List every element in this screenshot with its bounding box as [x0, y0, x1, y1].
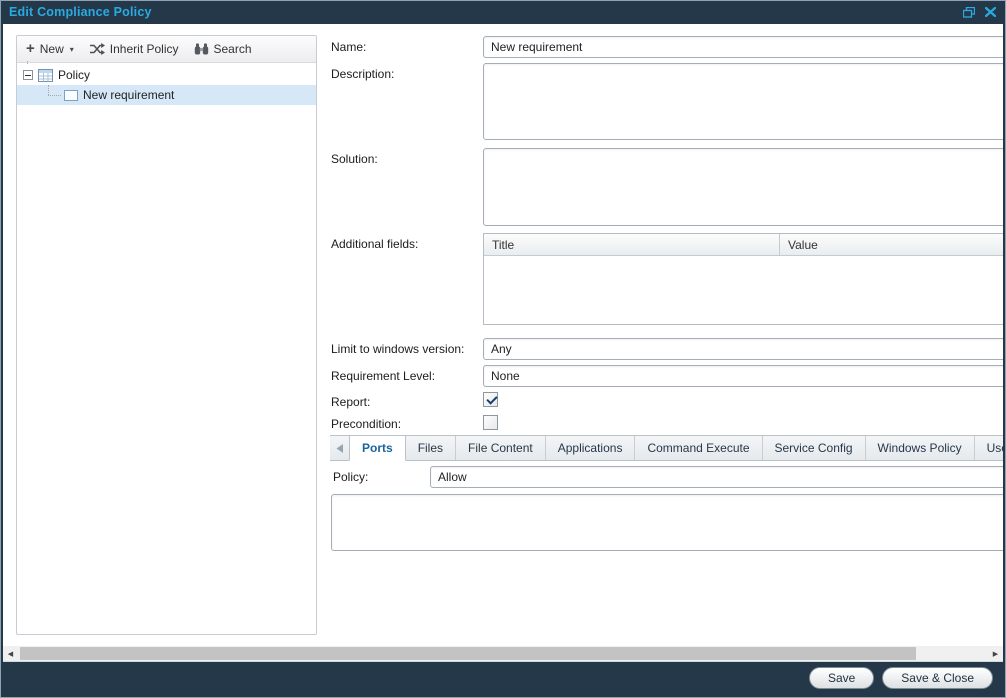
footer-bar: Save Save & Close — [3, 661, 1003, 694]
windows-version-label: Limit to windows version: — [331, 342, 464, 356]
window-title: Edit Compliance Policy — [9, 5, 152, 19]
tree-item-new-requirement[interactable]: New requirement — [17, 85, 316, 105]
search-button[interactable]: Search — [194, 42, 252, 56]
solution-textarea[interactable] — [483, 148, 1003, 226]
edit-compliance-policy-dialog: Edit Compliance Policy + New — [0, 0, 1006, 698]
tab-scroll-left-button[interactable] — [330, 436, 349, 461]
tab-service-config[interactable]: Service Config — [763, 436, 866, 461]
tab-command-execute[interactable]: Command Execute — [635, 436, 762, 461]
additional-fields-body[interactable] — [484, 256, 1003, 324]
tab-applications[interactable]: Applications — [546, 436, 636, 461]
restore-button[interactable] — [962, 6, 975, 18]
chevron-left-icon — [336, 444, 344, 453]
requirements-panel: + New ▾ Inherit Policy — [16, 35, 317, 635]
policy-label: Policy: — [333, 470, 368, 484]
titlebar: Edit Compliance Policy — [1, 1, 1005, 24]
dialog-body: + New ▾ Inherit Policy — [3, 24, 1003, 646]
tree-connector — [48, 95, 61, 96]
description-textarea[interactable] — [483, 63, 1003, 140]
additional-fields-table: Title Value — [483, 233, 1003, 325]
tab-strip: Ports Files File Content Applications Co… — [330, 435, 1003, 461]
policy-select[interactable] — [430, 466, 1003, 488]
close-button[interactable] — [984, 6, 997, 18]
requirement-level-label: Requirement Level: — [331, 369, 435, 383]
binoculars-icon — [194, 43, 209, 55]
search-button-label: Search — [214, 42, 252, 56]
save-button[interactable]: Save — [809, 667, 874, 689]
restore-icon — [963, 7, 975, 18]
value-column-header[interactable]: Value — [780, 234, 1003, 255]
close-icon — [985, 7, 996, 17]
save-and-close-button[interactable]: Save & Close — [882, 667, 993, 689]
tree-item-policy-label: Policy — [58, 68, 90, 82]
tab-user-right-constraint[interactable]: User Right Constraint — [975, 436, 1003, 461]
requirement-icon — [64, 90, 78, 101]
requirement-level-select[interactable] — [483, 365, 1003, 387]
solution-label: Solution: — [331, 152, 378, 166]
additional-fields-label: Additional fields: — [331, 237, 418, 251]
title-column-header[interactable]: Title — [484, 234, 780, 255]
policy-table-icon — [38, 69, 53, 82]
description-label: Description: — [331, 67, 394, 81]
shuffle-icon — [89, 43, 105, 55]
tree-connector — [27, 61, 28, 64]
name-input[interactable] — [483, 36, 1003, 58]
additional-fields-header: Title Value — [484, 234, 1003, 256]
name-label: Name: — [331, 40, 366, 54]
tree-item-policy[interactable]: Policy — [17, 65, 316, 85]
scroll-left-button[interactable]: ◀ — [3, 646, 18, 661]
inherit-policy-label: Inherit Policy — [110, 42, 179, 56]
inherit-policy-button[interactable]: Inherit Policy — [89, 42, 179, 56]
collapse-toggle-icon[interactable] — [23, 70, 33, 80]
new-button[interactable]: + New ▾ — [26, 42, 74, 56]
scrollbar-thumb[interactable] — [20, 647, 916, 660]
report-checkbox[interactable] — [483, 392, 498, 407]
precondition-checkbox[interactable] — [483, 415, 498, 430]
chevron-down-icon: ▾ — [70, 45, 74, 54]
tree-toolbar: + New ▾ Inherit Policy — [17, 36, 316, 63]
tab-files[interactable]: Files — [406, 436, 456, 461]
new-button-label: New — [40, 42, 64, 56]
precondition-label: Precondition: — [331, 417, 401, 431]
horizontal-scrollbar[interactable]: ◀ ▶ — [3, 646, 1003, 661]
scroll-right-button[interactable]: ▶ — [988, 646, 1003, 661]
tab-file-content[interactable]: File Content — [456, 436, 546, 461]
ports-list[interactable] — [331, 494, 1003, 551]
windows-version-select[interactable] — [483, 338, 1003, 360]
report-label: Report: — [331, 395, 370, 409]
tree-item-new-requirement-label: New requirement — [83, 88, 174, 102]
tab-windows-policy[interactable]: Windows Policy — [866, 436, 975, 461]
policy-tree: Policy New requirement — [17, 63, 316, 105]
plus-icon: + — [26, 44, 35, 54]
tab-ports[interactable]: Ports — [349, 436, 406, 461]
tree-connector — [48, 85, 49, 95]
